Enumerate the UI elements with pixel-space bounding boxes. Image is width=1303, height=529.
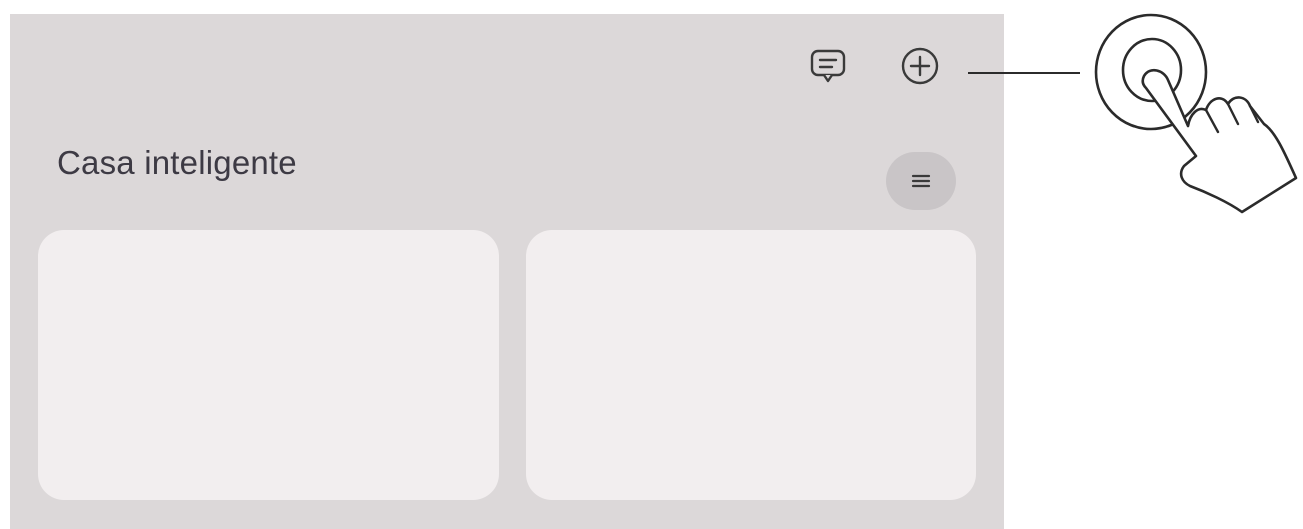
tap-gesture [1086, 6, 1298, 223]
device-card[interactable] [526, 230, 976, 500]
menu-button[interactable] [886, 152, 956, 210]
tap-hand-icon [1094, 13, 1298, 214]
list-icon [911, 174, 931, 188]
messages-button[interactable] [806, 44, 850, 88]
device-card[interactable] [38, 230, 499, 500]
callout-line [968, 72, 1080, 74]
add-button[interactable] [898, 44, 942, 88]
top-bar [10, 14, 1004, 114]
page-title: Casa inteligente [57, 144, 297, 181]
app-panel: Casa inteligente [10, 14, 1004, 529]
message-square-icon [810, 49, 846, 83]
plus-circle-icon [901, 47, 939, 85]
